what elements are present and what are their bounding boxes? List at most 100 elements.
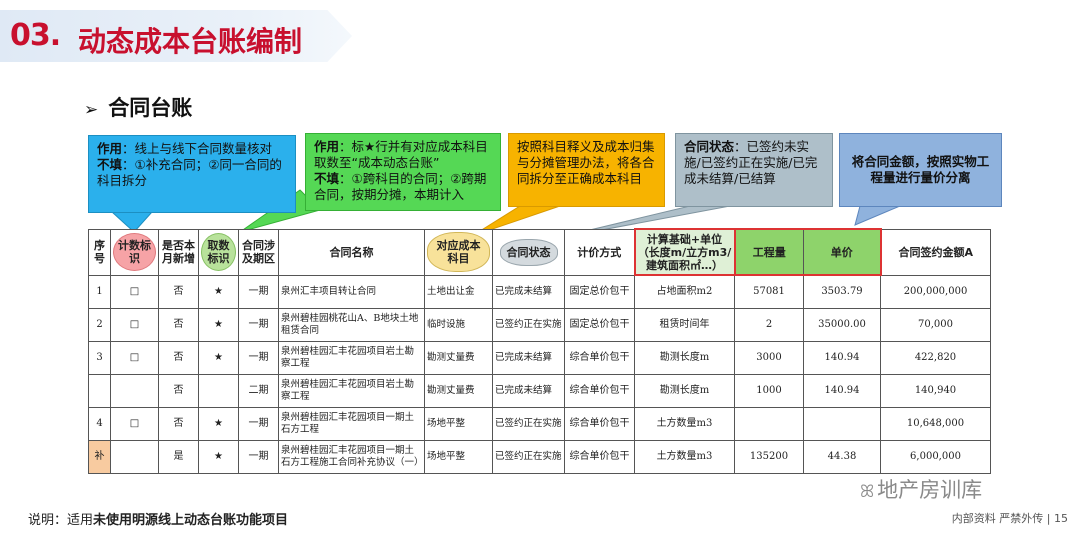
table-cell-basis: 占地面积m2 [634, 274, 735, 309]
table-cell-fetch: ★ [198, 440, 239, 474]
table-cell-fetch: ★ [198, 407, 239, 441]
table-cell-price: 35000.00 [803, 308, 881, 342]
callout-count-flag: 作用：线上与线下合同数量核对 不填：①补充合同；②同一合同的科目拆分 [88, 135, 296, 213]
table-cell-qty: 135200 [734, 440, 804, 474]
table-row: 2 □ 否 ★ 一期 泉州碧桂园桃花山A、B地块土地租赁合同 临时设施 已签约正在实施 固定总价… [88, 308, 991, 342]
col-header-unit-price: 单价 [803, 228, 882, 276]
table-cell-basis: 租赁时间年 [634, 308, 735, 342]
table-cell-phase: 一期 [238, 440, 279, 474]
table-cell-new: 否 [158, 374, 199, 408]
table-header-row: 序号 计数标识 是否本月新增 取数标识 合同涉及期区 合同名称 对应成本科目 合… [88, 228, 991, 276]
table-cell-new: 否 [158, 274, 199, 309]
table-cell-idx: 补 [88, 440, 111, 474]
table-cell-idx: 4 [88, 407, 111, 441]
table-cell-phase: 一期 [238, 308, 279, 342]
table-cell-idx: 1 [88, 274, 111, 309]
callout-text: ：线上与线下合同数量核对 [122, 141, 273, 156]
callout-quantity-price: 将合同金额，按照实物工程量进行量价分离 [839, 133, 1002, 207]
table-cell-status: 已签约正在实施 [492, 308, 565, 342]
table-cell-idx [88, 374, 111, 408]
table-row: 3 □ 否 ★ 一期 泉州碧桂园汇丰花园项目岩土勘察工程 勘测丈量费 已完成未结算 综合单价包干… [88, 341, 991, 375]
table-cell-basis: 勘测长度m [634, 341, 735, 375]
table-cell-name: 泉州碧桂园汇丰花园项目一期土石方工程施工合同补充协议（一） [278, 440, 425, 474]
table-cell-pricing: 综合单价包干 [564, 341, 635, 375]
table-cell-status: 已完成未结算 [492, 374, 565, 408]
table-cell-price: 3503.79 [803, 274, 881, 309]
table-cell-count: □ [110, 308, 159, 342]
table-cell-price [803, 407, 881, 441]
callout-fetch-flag: 作用：标★行并有对应成本科目取数至“成本动态台账” 不填：①跨科目的合同；②跨期… [305, 133, 501, 211]
table-cell-idx: 3 [88, 341, 111, 375]
footnote-emphasis: 未使用明源线上动态台账功能项目 [93, 513, 289, 528]
table-cell-basis: 土方数量m3 [634, 440, 735, 474]
highlight-circle: 计数标识 [113, 233, 156, 271]
table-cell-idx: 2 [88, 308, 111, 342]
table-cell-new: 否 [158, 407, 199, 441]
table-cell-new: 否 [158, 341, 199, 375]
table-cell-name: 泉州碧桂园汇丰花园项目岩土勘察工程 [278, 341, 425, 375]
table-cell-pricing: 综合单价包干 [564, 374, 635, 408]
table-cell-subject: 勘测丈量费 [424, 341, 493, 375]
callout-label: 不填 [97, 157, 123, 172]
table-cell-status: 已完成未结算 [492, 341, 565, 375]
table-cell-subject: 土地出让金 [424, 274, 493, 309]
highlight-circle: 合同状态 [499, 238, 558, 266]
col-header-quantity: 工程量 [734, 228, 804, 276]
table-cell-phase: 一期 [238, 407, 279, 441]
highlight-circle: 取数标识 [201, 233, 236, 271]
col-header-new: 是否本月新增 [158, 228, 199, 276]
table-cell-price: 140.94 [803, 341, 881, 375]
callout-text: 将合同金额，按照实物工程量进行量价分离 [851, 154, 990, 185]
col-header-basis: 计算基础+单位（长度m/立方m3/建筑面积㎡…） [633, 228, 736, 276]
table-cell-price: 44.38 [803, 440, 881, 474]
callout-contract-status: 合同状态：已签约未实施/已签约正在实施/已完成未结算/已结算 [675, 133, 833, 207]
watermark: ꕤ 地产房训库 [860, 474, 982, 504]
table-row: 4 □ 否 ★ 一期 泉州碧桂园汇丰花园项目一期土石方工程 场地平整 已签约正在实施 综合单价包… [88, 407, 991, 441]
table-cell-amount: 200,000,000 [880, 274, 991, 309]
table-row: 补 是 ★ 一期 泉州碧桂园汇丰花园项目一期土石方工程施工合同补充协议（一） 场地平整 已签… [88, 440, 991, 474]
table-cell-qty: 2 [734, 308, 804, 342]
footnote: 说明：适用未使用明源线上动态台账功能项目 [28, 509, 288, 528]
table-row: 1 □ 否 ★ 一期 泉州汇丰项目转让合同 土地出让金 已完成未结算 固定总价包干 占地面积m2 5… [88, 274, 991, 309]
callout-text: ：标★行并有对应成本科目取数至“成本动态台账” [314, 139, 488, 170]
callout-label: 合同状态 [684, 139, 735, 154]
table-cell-price: 140.94 [803, 374, 881, 408]
table-cell-phase: 一期 [238, 274, 279, 309]
table-cell-fetch [198, 374, 239, 408]
table-cell-subject: 临时设施 [424, 308, 493, 342]
table-cell-phase: 二期 [238, 374, 279, 408]
table-cell-pricing: 固定总价包干 [564, 308, 635, 342]
table-cell-count: □ [110, 407, 159, 441]
highlight-circle: 对应成本科目 [427, 232, 490, 272]
table-cell-amount: 10,648,000 [880, 407, 991, 441]
table-cell-count [110, 374, 159, 408]
table-cell-name: 泉州碧桂园汇丰花园项目一期土石方工程 [278, 407, 425, 441]
table-cell-new: 是 [158, 440, 199, 474]
table-cell-pricing: 固定总价包干 [564, 274, 635, 309]
table-cell-subject: 场地平整 [424, 440, 493, 474]
table-cell-status: 已签约正在实施 [492, 440, 565, 474]
table-cell-amount: 140,940 [880, 374, 991, 408]
table-cell-name: 泉州汇丰项目转让合同 [278, 274, 425, 309]
table-cell-amount: 6,000,000 [880, 440, 991, 474]
table-cell-fetch: ★ [198, 341, 239, 375]
col-header-name: 合同名称 [278, 228, 425, 276]
table-cell-count: □ [110, 274, 159, 309]
pointer-steel [854, 205, 901, 226]
callout-label: 不填 [314, 171, 340, 186]
col-header-phase: 合同涉及期区 [238, 228, 279, 276]
callout-label: 作用 [97, 141, 123, 156]
table-cell-subject: 场地平整 [424, 407, 493, 441]
callout-text: ：①跨科目的合同；②跨期合同，按期分摊，本期计入 [314, 171, 487, 202]
col-header-idx: 序号 [88, 228, 111, 276]
table-cell-name: 泉州碧桂园桃花山A、B地块土地租赁合同 [278, 308, 425, 342]
footer-confidential: 内部资料 严禁外传 | 15 [951, 512, 1068, 525]
col-header-status: 合同状态 [492, 228, 565, 276]
table-cell-phase: 一期 [238, 341, 279, 375]
callout-text: ：①补充合同；②同一合同的科目拆分 [97, 157, 282, 188]
table-cell-count: □ [110, 341, 159, 375]
callout-label: 作用 [314, 139, 340, 154]
table-cell-fetch: ★ [198, 274, 239, 309]
wechat-icon: ꕤ [860, 482, 875, 502]
table-cell-basis: 勘测长度m [634, 374, 735, 408]
